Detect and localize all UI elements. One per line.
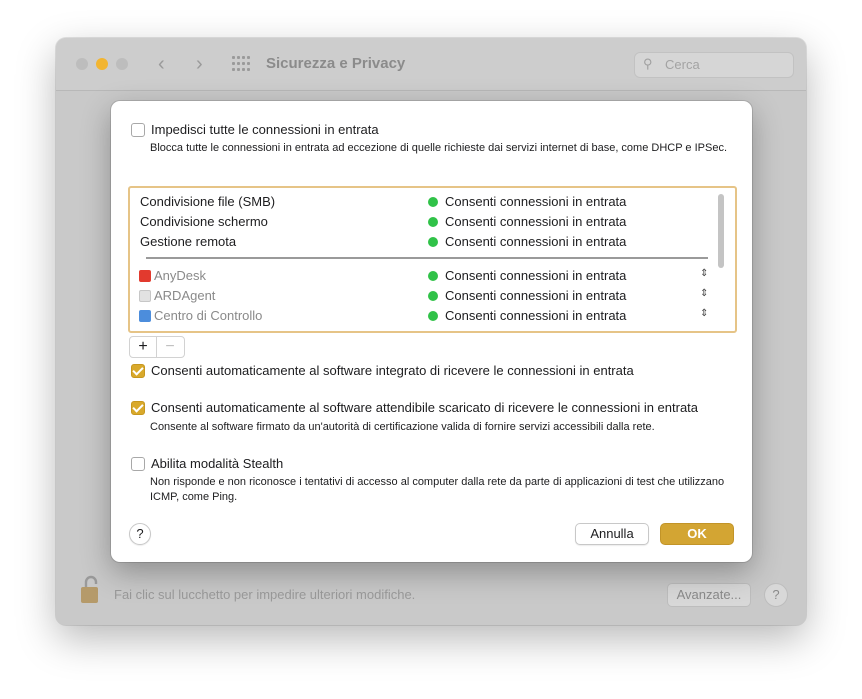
app-status: Consenti connessioni in entrata xyxy=(445,268,627,283)
show-all-grid-icon[interactable] xyxy=(232,56,250,72)
service-status: Consenti connessioni in entrata xyxy=(445,194,627,209)
service-name: Condivisione schermo xyxy=(140,214,268,229)
popup-chevron-icon[interactable]: ⇕ xyxy=(700,308,708,319)
app-name: AnyDesk xyxy=(154,268,207,283)
stealth-description: Non risponde e non riconosce i tentativi… xyxy=(150,476,725,503)
window-title: Sicurezza e Privacy xyxy=(266,55,406,72)
status-green-dot-icon xyxy=(428,197,438,207)
close-window-button[interactable] xyxy=(76,58,88,70)
list-item[interactable]: ARDAgent Consenti connessioni in entrata… xyxy=(130,285,710,305)
stealth-label: Abilita modalità Stealth xyxy=(151,456,284,471)
search-field[interactable]: ⚲ xyxy=(634,52,794,78)
list-item[interactable]: Condivisione schermo Consenti connession… xyxy=(130,211,710,231)
block-all-description: Blocca tutte le connessioni in entrata a… xyxy=(150,142,727,154)
list-item[interactable]: Gestione remota Consenti connessioni in … xyxy=(130,231,710,251)
status-green-dot-icon xyxy=(428,291,438,301)
list-item[interactable]: AnyDesk Consenti connessioni in entrata … xyxy=(130,265,710,285)
block-all-checkbox[interactable] xyxy=(131,123,145,137)
ardagent-icon xyxy=(139,290,151,302)
service-name: Gestione remota xyxy=(140,234,237,249)
remove-app-button[interactable]: − xyxy=(157,337,183,357)
cancel-button[interactable]: Annulla xyxy=(575,523,649,545)
list-item[interactable]: Centro di Controllo Consenti connessioni… xyxy=(130,305,710,325)
lock-icon[interactable] xyxy=(80,574,102,604)
back-chevron-icon[interactable]: ‹ xyxy=(158,53,165,76)
minimize-window-button[interactable] xyxy=(96,58,108,70)
forward-chevron-icon[interactable]: › xyxy=(196,53,203,76)
control-center-icon xyxy=(139,310,151,322)
lock-hint-text: Fai clic sul lucchetto per impedire ulte… xyxy=(114,587,416,602)
status-green-dot-icon xyxy=(428,217,438,227)
popup-chevron-icon[interactable]: ⇕ xyxy=(700,288,708,299)
firewall-app-list[interactable]: Condivisione file (SMB) Consenti conness… xyxy=(128,186,737,333)
auto-signed-description: Consente al software firmato da un'autor… xyxy=(150,421,655,433)
auto-builtin-checkbox[interactable] xyxy=(131,364,145,378)
add-remove-control: + − xyxy=(129,336,185,358)
sheet-help-button[interactable]: ? xyxy=(129,523,151,545)
service-status: Consenti connessioni in entrata xyxy=(445,214,627,229)
zoom-window-button[interactable] xyxy=(116,58,128,70)
search-icon: ⚲ xyxy=(643,56,653,71)
advanced-button[interactable]: Avanzate... xyxy=(667,583,751,607)
firewall-options-sheet: Impedisci tutte le connessioni in entrat… xyxy=(111,101,752,562)
popup-chevron-icon[interactable]: ⇕ xyxy=(700,268,708,279)
app-status: Consenti connessioni in entrata xyxy=(445,308,627,323)
search-input[interactable] xyxy=(663,56,787,73)
status-green-dot-icon xyxy=(428,237,438,247)
app-name: Centro di Controllo xyxy=(154,308,263,323)
auto-builtin-label: Consenti automaticamente al software int… xyxy=(151,363,634,378)
block-all-label: Impedisci tutte le connessioni in entrat… xyxy=(151,122,379,137)
window-help-button[interactable]: ? xyxy=(764,583,788,607)
anydesk-icon xyxy=(139,270,151,282)
auto-signed-checkbox[interactable] xyxy=(131,401,145,415)
auto-signed-label: Consenti automaticamente al software att… xyxy=(151,400,699,415)
ok-button[interactable]: OK xyxy=(660,523,734,545)
status-green-dot-icon xyxy=(428,271,438,281)
app-status: Consenti connessioni in entrata xyxy=(445,288,627,303)
add-app-button[interactable]: + xyxy=(130,337,157,357)
stealth-checkbox[interactable] xyxy=(131,457,145,471)
status-green-dot-icon xyxy=(428,311,438,321)
service-status: Consenti connessioni in entrata xyxy=(445,234,627,249)
list-separator xyxy=(146,257,708,259)
app-name: ARDAgent xyxy=(154,288,216,303)
list-item[interactable]: Condivisione file (SMB) Consenti conness… xyxy=(130,191,710,211)
service-name: Condivisione file (SMB) xyxy=(140,194,276,209)
list-scrollbar[interactable] xyxy=(718,194,724,268)
title-bar: ‹ › Sicurezza e Privacy ⚲ xyxy=(56,38,806,91)
